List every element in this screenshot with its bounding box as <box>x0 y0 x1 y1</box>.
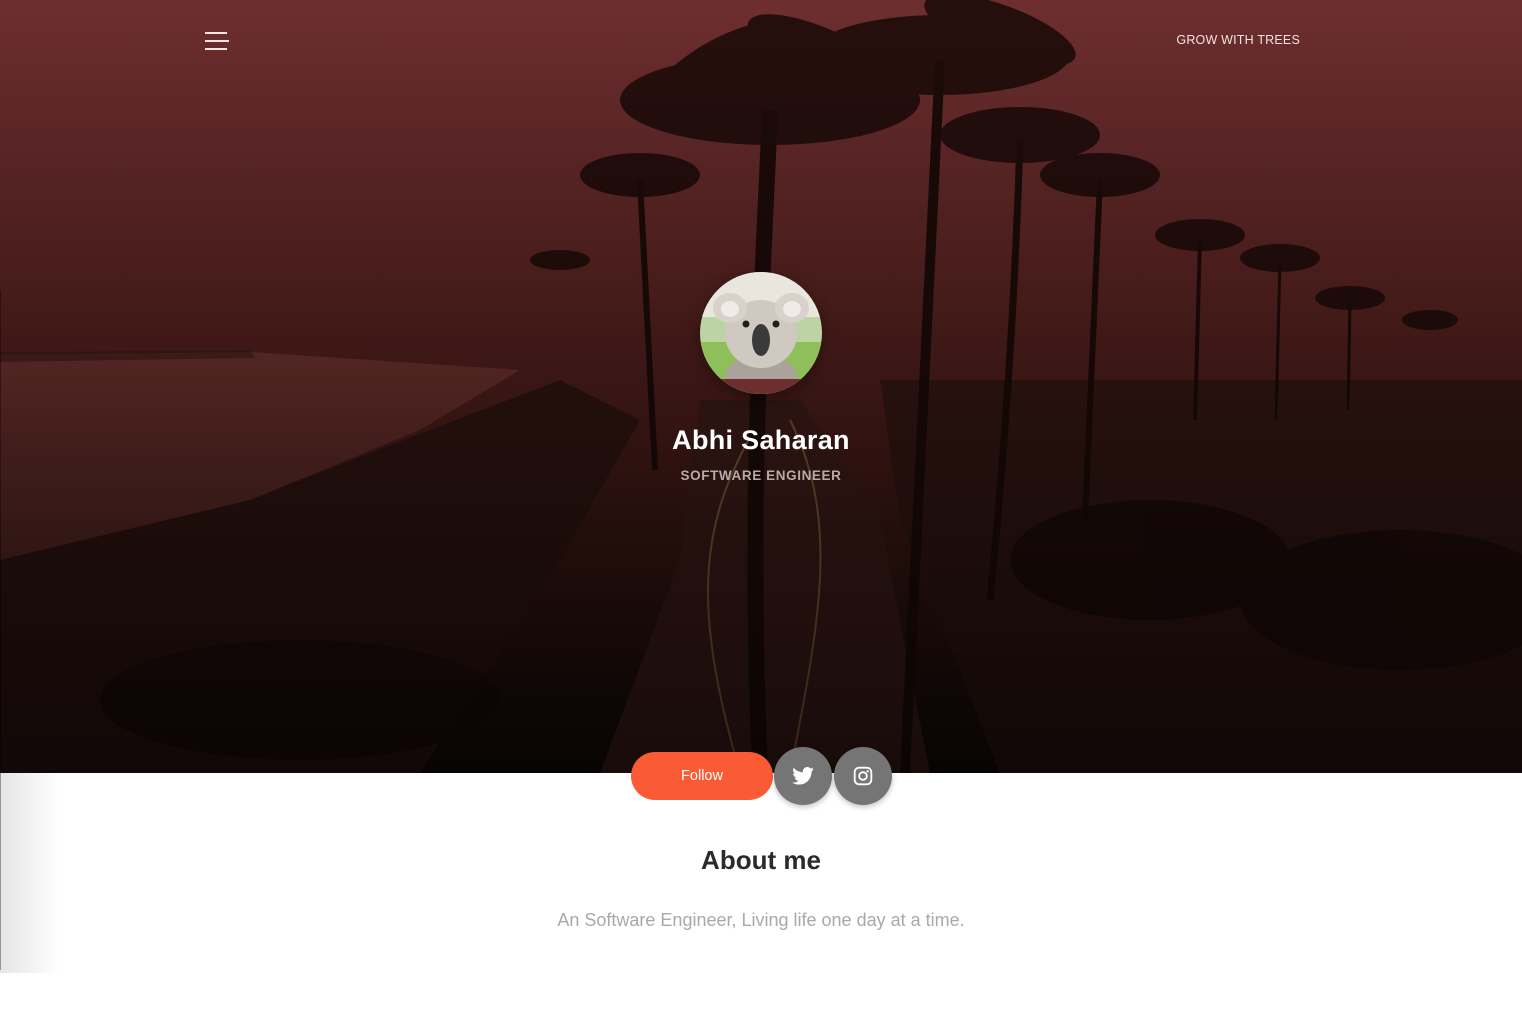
menu-line <box>205 40 229 42</box>
about-description: An Software Engineer, Living life one da… <box>557 910 965 930</box>
grow-with-trees-link[interactable]: GROW WITH TREES <box>1176 33 1300 47</box>
instagram-icon <box>853 766 873 786</box>
menu-line <box>205 32 227 34</box>
avatar-plush-koala-image <box>700 272 822 394</box>
profile-page: GROW WITH TREES Abhi Saharan SOFTWARE EN… <box>0 0 1522 1019</box>
twitter-icon <box>792 767 814 785</box>
instagram-button[interactable] <box>834 747 892 805</box>
follow-button[interactable]: Follow <box>631 752 773 800</box>
profile-name: Abhi Saharan <box>672 425 850 455</box>
hero-banner: GROW WITH TREES Abhi Saharan SOFTWARE EN… <box>0 0 1522 773</box>
hamburger-menu-icon[interactable] <box>205 30 231 52</box>
menu-line <box>205 48 227 50</box>
profile-role: SOFTWARE ENGINEER <box>680 468 842 483</box>
about-title: About me <box>701 845 821 875</box>
avatar <box>700 272 822 394</box>
twitter-button[interactable] <box>774 747 832 805</box>
